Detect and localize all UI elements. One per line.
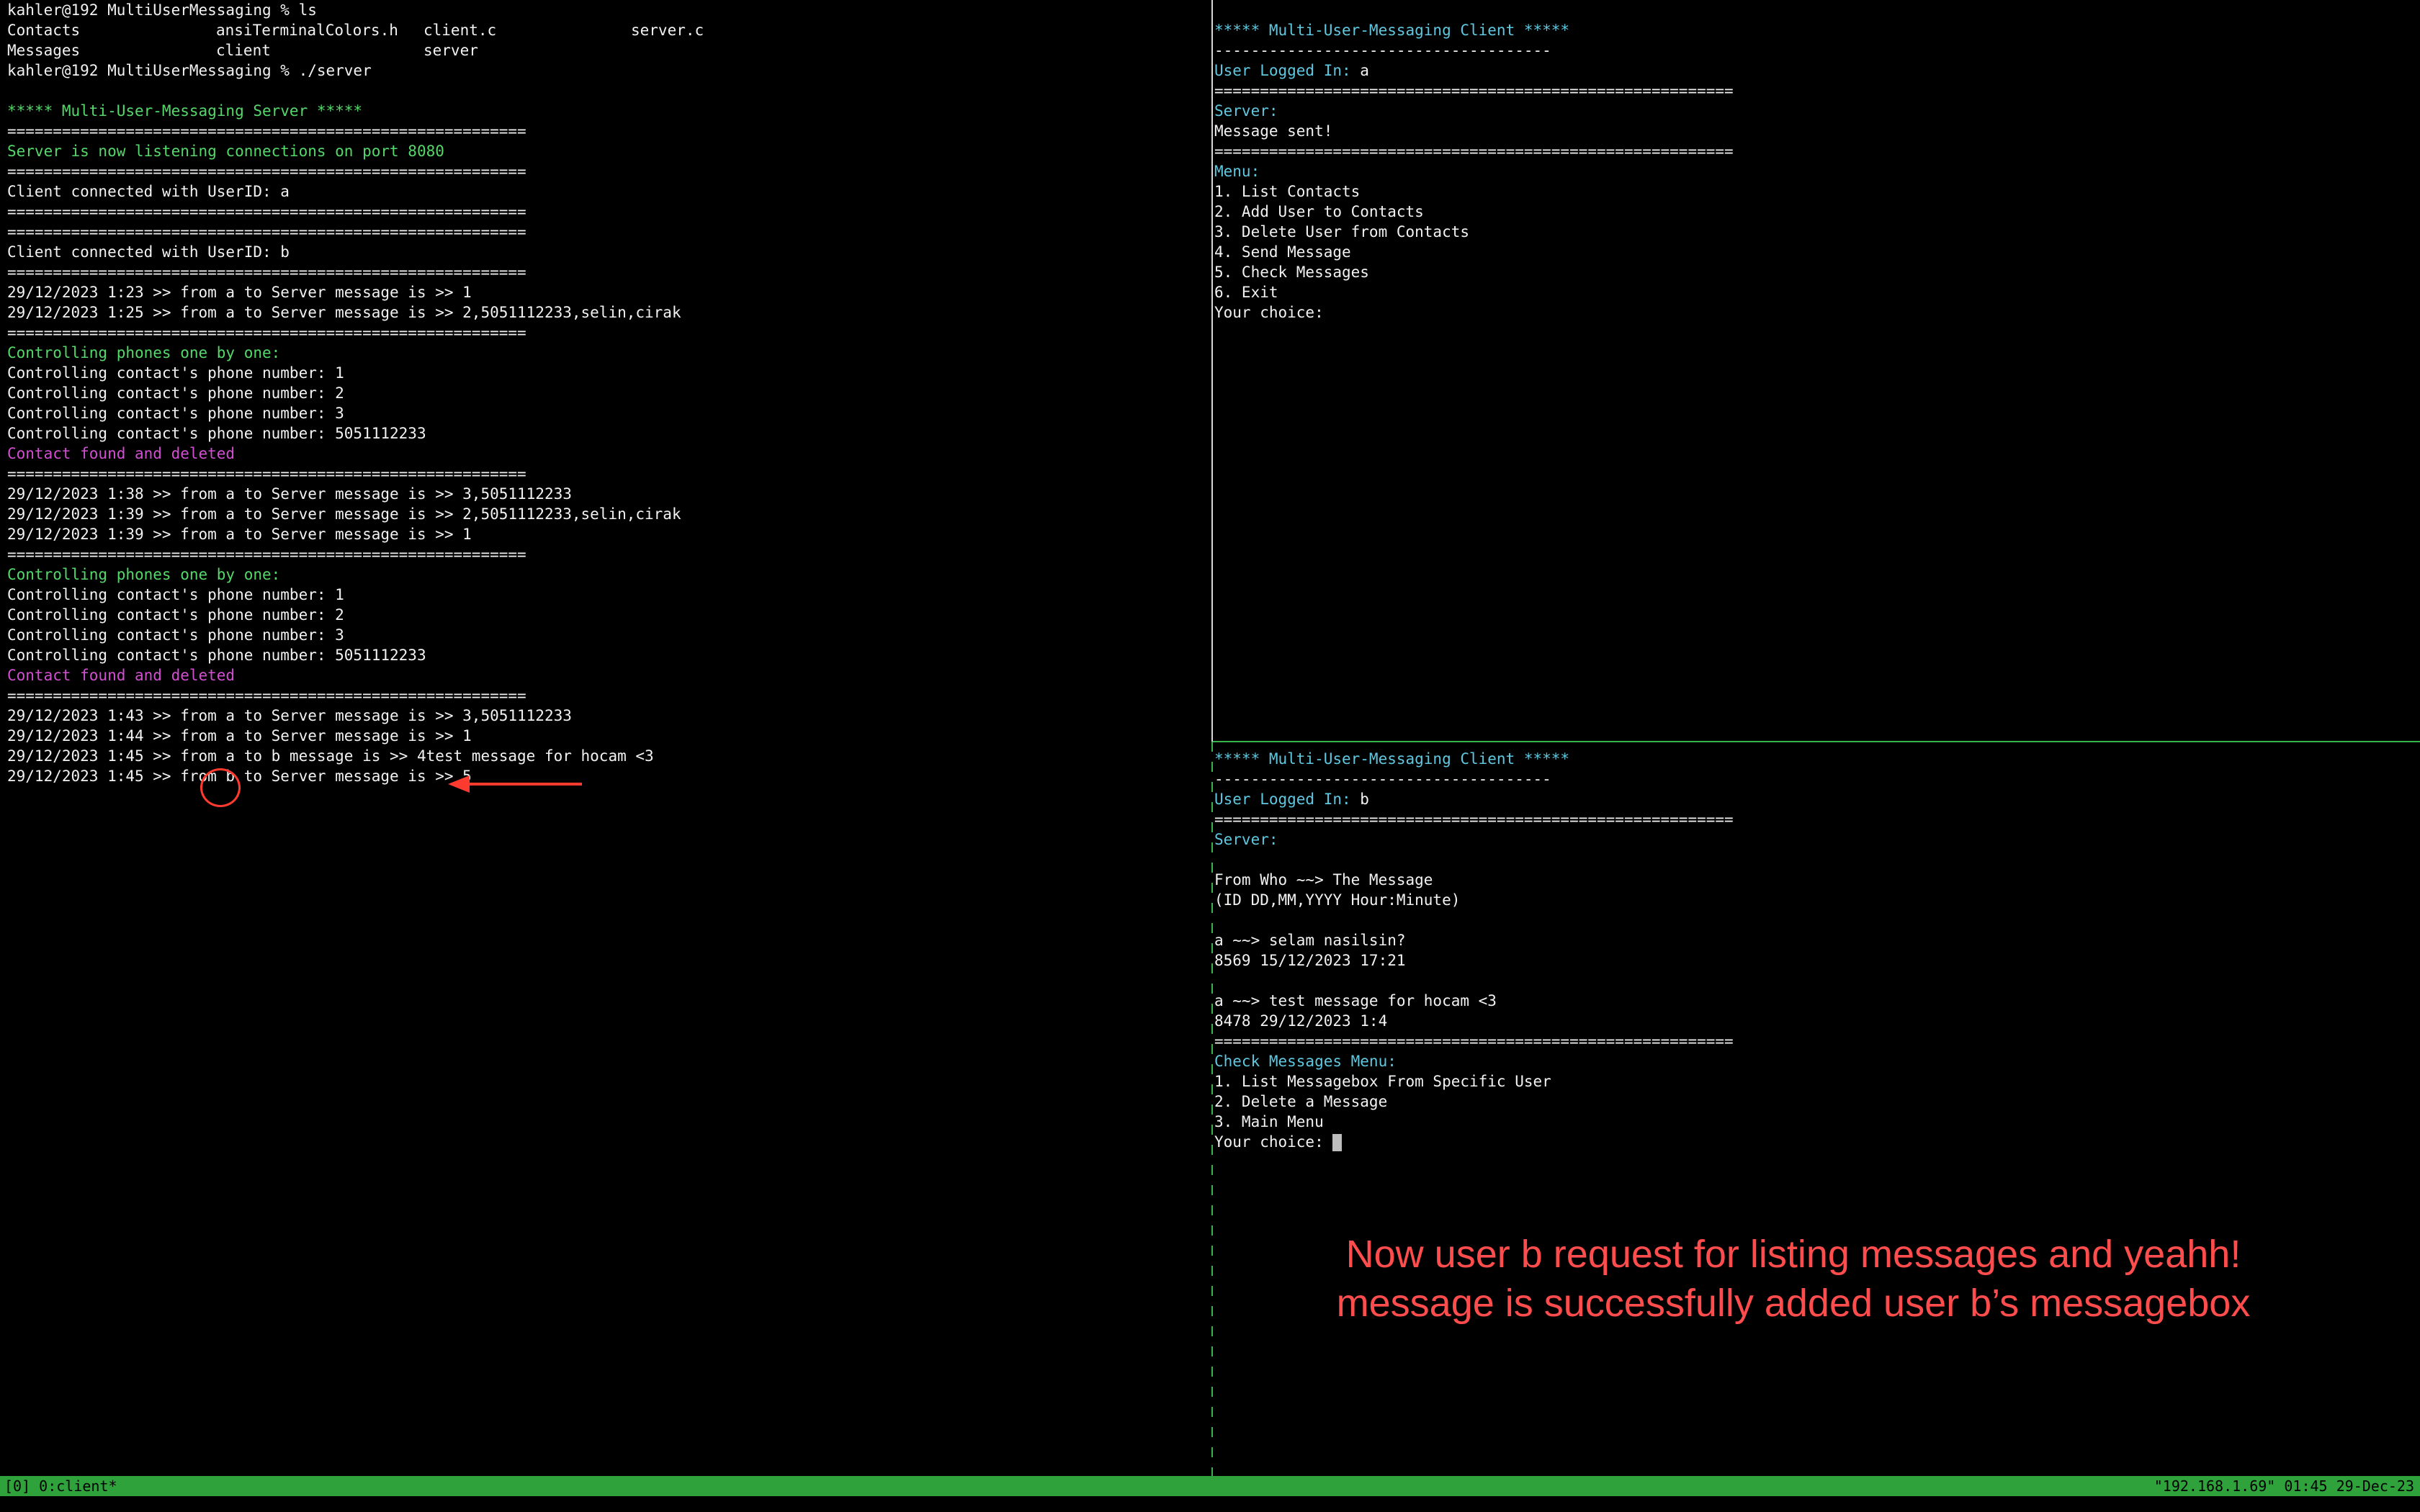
- server-title: ***** Multi-User-Messaging Server *****: [7, 102, 363, 120]
- menu-item: 5. Check Messages: [1214, 264, 1369, 281]
- log-line: 29/12/2023 1:39 >> from a to Server mess…: [7, 526, 472, 543]
- client-b-terminal-pane[interactable]: ***** Multi-User-Messaging Client ***** …: [1214, 749, 2410, 1476]
- shell-prompt-ls: kahler@192 MultiUserMessaging % ls: [7, 1, 317, 19]
- annotation-line: Now user b request for listing messages …: [1345, 1233, 2241, 1276]
- log-line-highlighted: 29/12/2023 1:45 >> from b to Server mess…: [7, 768, 472, 785]
- menu-item: 6. Exit: [1214, 284, 1278, 301]
- separator: ========================================…: [1214, 811, 1734, 828]
- controlling-line: Controlling contact's phone number: 3: [7, 626, 344, 644]
- status-window-list[interactable]: [0] 0:client*: [0, 1476, 117, 1496]
- messagebox-header: From Who ~~> The Message: [1214, 871, 1433, 888]
- tmux-status-bar: [0] 0:client* "192.168.1.69" 01:45 29-De…: [0, 1476, 2420, 1496]
- controlling-line: Controlling contact's phone number: 5051…: [7, 647, 426, 664]
- dash-separator: -------------------------------------: [1214, 770, 1551, 788]
- separator: ========================================…: [1214, 82, 1734, 99]
- server-terminal-pane[interactable]: kahler@192 MultiUserMessaging % ls Conta…: [7, 0, 1203, 1476]
- message-meta: 8569 15/12/2023 17:21: [1214, 952, 1406, 969]
- menu-item: 3. Delete User from Contacts: [1214, 223, 1470, 240]
- check-menu-label: Check Messages Menu:: [1214, 1053, 1397, 1070]
- separator: ========================================…: [1214, 143, 1734, 160]
- ls-entry: Contacts: [7, 22, 81, 39]
- pane-divider-horizontal[interactable]: [1213, 741, 2420, 742]
- separator: ========================================…: [7, 465, 526, 482]
- server-label: Server:: [1214, 831, 1278, 848]
- shell-prompt-server: kahler@192 MultiUserMessaging % ./server: [7, 62, 372, 79]
- log-line: 29/12/2023 1:25 >> from a to Server mess…: [7, 304, 681, 321]
- controlling-line: Controlling contact's phone number: 2: [7, 384, 344, 402]
- choice-prompt[interactable]: Your choice:: [1214, 1132, 2410, 1152]
- ls-output-row: Contacts ansiTerminalColors.h client.c s…: [7, 20, 1203, 40]
- choice-label: Your choice:: [1214, 1133, 1333, 1151]
- menu-item: 3. Main Menu: [1214, 1113, 1324, 1130]
- controlling-line: Controlling contact's phone number: 3: [7, 405, 344, 422]
- client-connected-a: Client connected with UserID: a: [7, 183, 290, 200]
- contact-found-status: Contact found and deleted: [7, 445, 236, 462]
- menu-item: 2. Add User to Contacts: [1214, 203, 1424, 220]
- messagebox-format: (ID DD,MM,YYYY Hour:Minute): [1214, 891, 1461, 909]
- separator: ========================================…: [7, 203, 526, 220]
- ls-entry: client: [216, 42, 271, 59]
- pane-divider-vertical[interactable]: [1211, 0, 1213, 742]
- ls-entry: ansiTerminalColors.h: [216, 22, 398, 39]
- server-message: Message sent!: [1214, 122, 1333, 140]
- ls-entry: server.c: [631, 22, 704, 39]
- ls-entry: server: [424, 42, 478, 59]
- log-line: 29/12/2023 1:39 >> from a to Server mess…: [7, 505, 681, 523]
- log-line: 29/12/2023 1:44 >> from a to Server mess…: [7, 727, 472, 744]
- message-meta: 8478 29/12/2023 1:4: [1214, 1012, 1388, 1030]
- controlling-line: Controlling contact's phone number: 5051…: [7, 425, 426, 442]
- separator: ========================================…: [7, 324, 526, 341]
- annotation-circle: [200, 768, 241, 807]
- client-title: ***** Multi-User-Messaging Client *****: [1214, 750, 1570, 768]
- separator: ========================================…: [7, 546, 526, 563]
- menu-item: 2. Delete a Message: [1214, 1093, 1388, 1110]
- listening-status: Server is now listening connections on p…: [7, 143, 444, 160]
- menu-item: 1. List Messagebox From Specific User: [1214, 1073, 1551, 1090]
- server-label: Server:: [1214, 102, 1278, 120]
- log-line: 29/12/2023 1:23 >> from a to Server mess…: [7, 284, 472, 301]
- choice-prompt[interactable]: Your choice:: [1214, 302, 2410, 323]
- logged-in-label: User Logged In:: [1214, 791, 1361, 808]
- client-title: ***** Multi-User-Messaging Client *****: [1214, 22, 1570, 39]
- client-a-terminal-pane[interactable]: ***** Multi-User-Messaging Client ***** …: [1214, 0, 2410, 739]
- separator: ========================================…: [7, 264, 526, 281]
- ls-entry: Messages: [7, 42, 81, 59]
- log-line: 29/12/2023 1:43 >> from a to Server mess…: [7, 707, 572, 724]
- ls-output-row: Messages client server: [7, 40, 1203, 60]
- annotation-line: message is successfully added user b’s m…: [1336, 1282, 2251, 1325]
- menu-label: Menu:: [1214, 163, 1260, 180]
- annotation-arrow-icon: [448, 775, 582, 793]
- logged-in-user: b: [1360, 791, 1369, 808]
- client-connected-b: Client connected with UserID: b: [7, 243, 290, 261]
- separator: ========================================…: [1214, 1032, 1734, 1050]
- dash-separator: -------------------------------------: [1214, 42, 1551, 59]
- log-line: 29/12/2023 1:38 >> from a to Server mess…: [7, 485, 572, 503]
- message-text: a ~~> test message for hocam <3: [1214, 992, 1497, 1009]
- annotation-text: Now user b request for listing messages …: [1282, 1230, 2305, 1328]
- log-line: 29/12/2023 1:45 >> from a to b message i…: [7, 747, 654, 765]
- logged-in-line: User Logged In: a: [1214, 60, 2410, 81]
- separator: ========================================…: [7, 122, 526, 140]
- controlling-line: Controlling contact's phone number: 1: [7, 586, 344, 603]
- menu-item: 4. Send Message: [1214, 243, 1351, 261]
- logged-in-user: a: [1360, 62, 1369, 79]
- message-text: a ~~> selam nasilsin?: [1214, 932, 1406, 949]
- controlling-line: Controlling contact's phone number: 1: [7, 364, 344, 382]
- controlling-header: Controlling phones one by one:: [7, 566, 281, 583]
- controlling-header: Controlling phones one by one:: [7, 344, 281, 361]
- controlling-line: Controlling contact's phone number: 2: [7, 606, 344, 624]
- logged-in-label: User Logged In:: [1214, 62, 1361, 79]
- pane-divider-vertical[interactable]: [1211, 742, 1213, 1476]
- terminal-cursor: [1332, 1134, 1343, 1151]
- status-host-time: "192.168.1.69" 01:45 29-Dec-23: [2154, 1477, 2414, 1495]
- separator: ========================================…: [7, 223, 526, 240]
- logged-in-line: User Logged In: b: [1214, 789, 2410, 809]
- separator: ========================================…: [7, 687, 526, 704]
- menu-item: 1. List Contacts: [1214, 183, 1361, 200]
- contact-found-status: Contact found and deleted: [7, 667, 236, 684]
- separator: ========================================…: [7, 163, 526, 180]
- ls-entry: client.c: [424, 22, 497, 39]
